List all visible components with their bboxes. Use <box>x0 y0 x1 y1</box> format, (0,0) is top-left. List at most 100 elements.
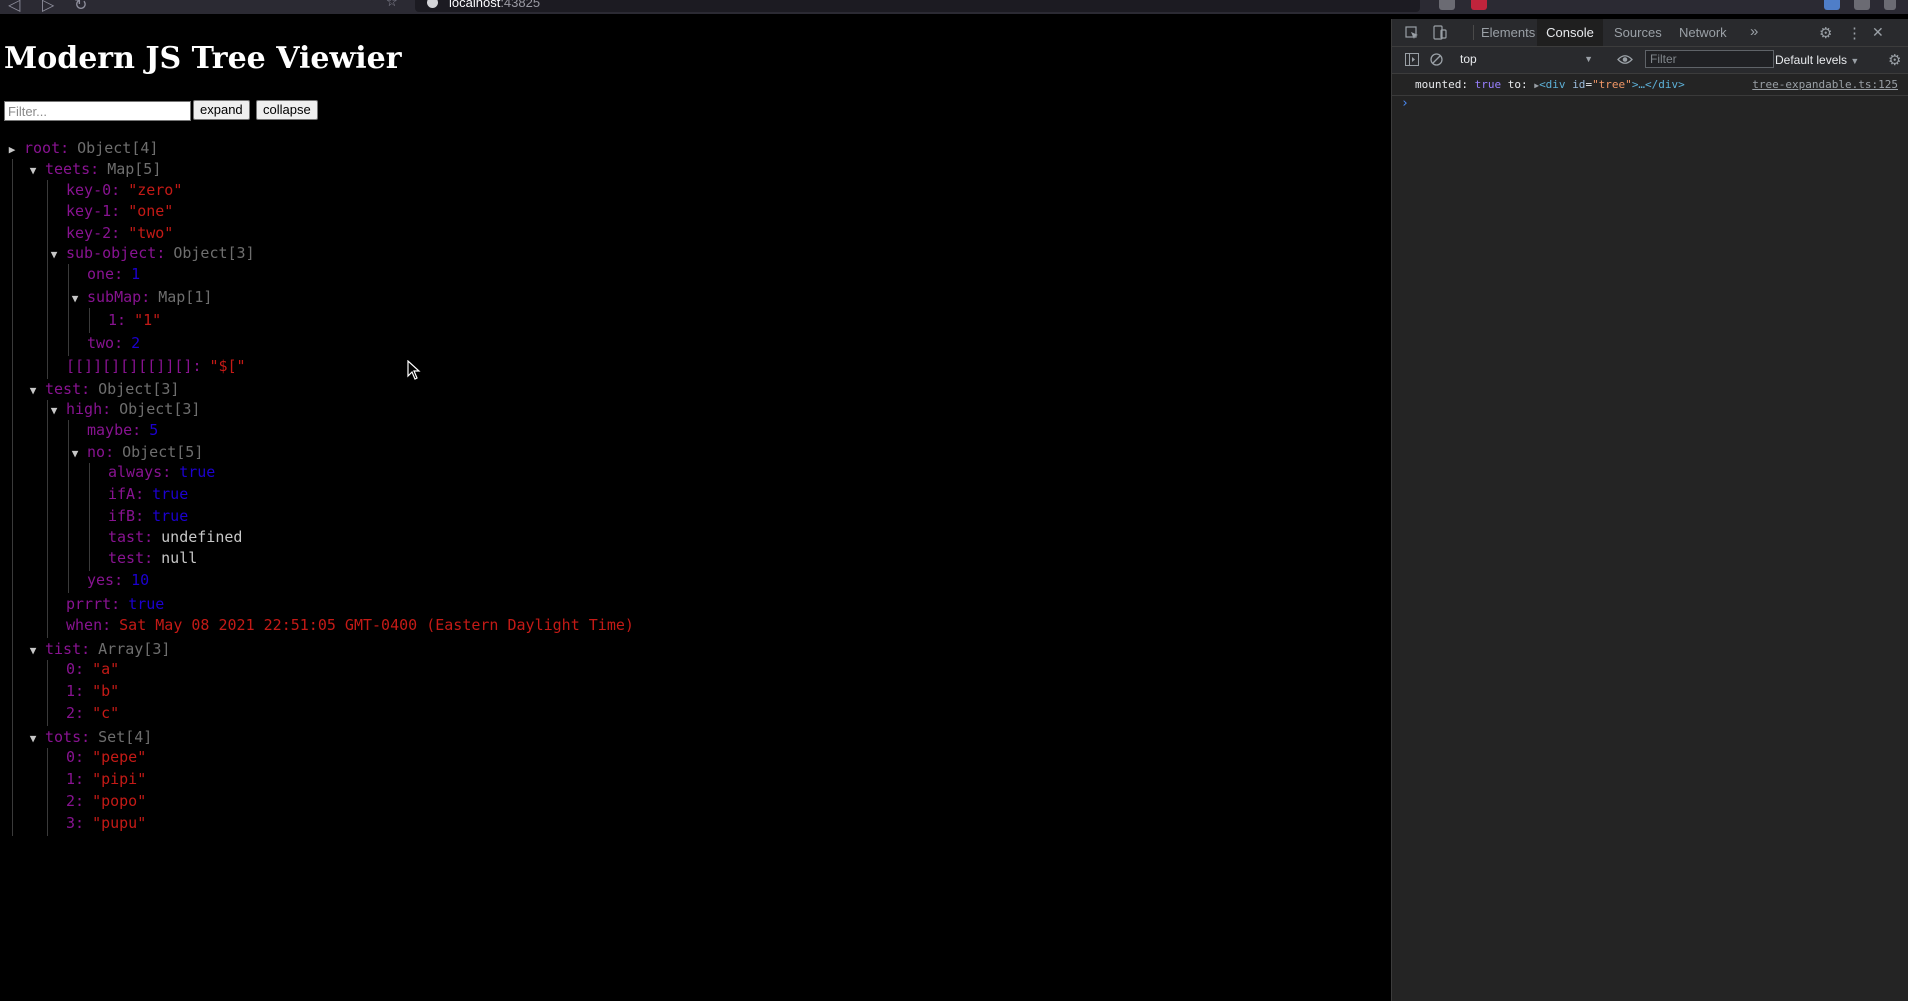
tree-node-key: 0 <box>66 748 76 766</box>
key-separator: : <box>60 139 70 157</box>
expanded-triangle-icon[interactable]: ▼ <box>26 642 40 660</box>
tree-node-key: subMap <box>87 288 142 306</box>
extension-icon[interactable] <box>1471 0 1487 10</box>
account-icon[interactable] <box>1824 0 1840 10</box>
log-source-link[interactable]: tree-expandable.ts:125 <box>1752 74 1898 95</box>
forward-icon[interactable]: ▷ <box>42 0 54 14</box>
tree-node: always: true <box>108 463 215 481</box>
tree-node-type: Set[4] <box>98 728 153 746</box>
tree-node[interactable]: ▼ sub-object: Object[3] <box>51 244 255 264</box>
tab-console[interactable]: Console <box>1537 19 1603 46</box>
menu-icon[interactable] <box>1884 0 1896 10</box>
tree-node-value: true <box>152 507 189 525</box>
collapsed-triangle-icon[interactable]: ▶ <box>5 141 19 159</box>
tree-node[interactable]: ▼ no: Object[5] <box>72 443 204 463</box>
tree-node: key-0: "zero" <box>66 181 182 199</box>
key-separator: : <box>75 704 85 722</box>
close-icon[interactable]: ✕ <box>1872 24 1884 41</box>
back-icon[interactable]: ◁ <box>8 0 20 14</box>
console-prompt-icon[interactable]: › <box>1401 96 1409 111</box>
key-separator: : <box>156 244 166 262</box>
tree-guide-line <box>47 180 48 379</box>
tree-node: 1: "b" <box>66 682 119 700</box>
device-toolbar-icon[interactable] <box>1433 25 1447 40</box>
url-bar[interactable]: localhost:43825 <box>415 0 1420 12</box>
more-tabs-icon[interactable]: » <box>1750 23 1758 40</box>
tab-sources[interactable]: Sources <box>1614 25 1662 40</box>
expanded-triangle-icon[interactable]: ▼ <box>26 730 40 748</box>
settings-icon[interactable]: ⚙ <box>1819 24 1832 42</box>
key-separator: : <box>111 224 121 242</box>
key-separator: : <box>144 528 154 546</box>
tree-node-value: 1 <box>131 265 141 283</box>
tree-node-key: 1 <box>66 682 76 700</box>
tree-node-value: 5 <box>149 421 159 439</box>
expanded-triangle-icon[interactable]: ▼ <box>26 162 40 180</box>
tree-node-key: 2 <box>66 704 76 722</box>
tree-node-key: prrrt <box>66 595 112 613</box>
tree-node: ifB: true <box>108 507 188 525</box>
url-text: localhost:43825 <box>449 0 541 10</box>
browser-toolbar: ◁ ▷ ↻ ☆ localhost:43825 <box>0 0 1908 14</box>
key-separator: : <box>75 770 85 788</box>
sidebar-toggle-icon[interactable] <box>1405 53 1419 66</box>
puzzle-icon[interactable] <box>1854 0 1870 10</box>
context-label: top <box>1460 52 1477 66</box>
console-toolbar: top ▼ Default levels ▼ ⚙ <box>1392 47 1908 74</box>
tree-node[interactable]: ▼ teets: Map[5] <box>30 160 162 180</box>
tree-node: tast: undefined <box>108 528 242 546</box>
tree-node[interactable]: ▶ root: Object[4] <box>9 139 159 159</box>
expanded-triangle-icon[interactable]: ▼ <box>47 246 61 264</box>
key-separator: : <box>102 616 112 634</box>
tree-node: two: 2 <box>87 334 140 352</box>
expanded-triangle-icon[interactable]: ▼ <box>68 445 82 463</box>
tree-node-value: null <box>161 549 198 567</box>
tree-node: 1: "pipi" <box>66 770 146 788</box>
eye-icon[interactable] <box>1617 54 1633 65</box>
tree-node[interactable]: ▼ test: Object[3] <box>30 380 180 400</box>
expanded-triangle-icon[interactable]: ▼ <box>47 402 61 420</box>
tree-node-type: Object[3] <box>173 244 255 262</box>
tree-node-value: "pupu" <box>92 814 147 832</box>
bookmark-icon[interactable]: ☆ <box>386 0 398 10</box>
key-separator: : <box>114 571 124 589</box>
clear-console-icon[interactable] <box>1430 53 1443 66</box>
tree-node[interactable]: ▼ tist: Array[3] <box>30 640 171 660</box>
tree-guide-line <box>89 308 90 333</box>
key-separator: : <box>111 202 121 220</box>
kebab-menu-icon[interactable]: ⋮ <box>1847 24 1862 42</box>
console-filter-input[interactable] <box>1645 50 1774 68</box>
log-element-tag-end: >…</div> <box>1631 78 1685 91</box>
log-element-tag[interactable]: <div <box>1539 78 1566 91</box>
tree-guide-line <box>12 159 13 836</box>
context-select[interactable]: top ▼ <box>1460 50 1593 68</box>
inspect-icon[interactable] <box>1405 26 1419 40</box>
console-settings-icon[interactable]: ⚙ <box>1888 51 1901 69</box>
chevron-down-icon: ▼ <box>1584 54 1593 64</box>
collapse-button[interactable]: collapse <box>256 100 318 120</box>
tree-guide-line <box>47 400 48 638</box>
site-info-icon[interactable] <box>427 0 438 8</box>
tree-node-value: "1" <box>134 311 162 329</box>
tree-node[interactable]: ▼ tots: Set[4] <box>30 728 153 748</box>
tree-node: test: null <box>108 549 197 567</box>
tree-node-key: no <box>87 443 106 461</box>
tree-node-type: Map[1] <box>158 288 213 306</box>
tree-guide-line <box>68 420 69 593</box>
shield-icon[interactable] <box>1439 0 1455 10</box>
tree-node[interactable]: ▼ high: Object[3] <box>51 400 201 420</box>
expanded-triangle-icon[interactable]: ▼ <box>26 382 40 400</box>
tree-node-key: 2 <box>66 792 76 810</box>
reload-icon[interactable]: ↻ <box>74 0 87 14</box>
log-attr-name: id <box>1572 78 1586 91</box>
expanded-triangle-icon[interactable]: ▼ <box>68 290 82 308</box>
filter-input[interactable] <box>4 101 191 121</box>
tree-node-value: "one" <box>128 202 174 220</box>
log-levels-select[interactable]: Default levels ▼ <box>1775 53 1859 67</box>
tree-node-key: high <box>66 400 103 418</box>
tree-node-value: "popo" <box>92 792 147 810</box>
tree-node[interactable]: ▼ subMap: Map[1] <box>72 288 213 308</box>
expand-button[interactable]: expand <box>193 100 250 120</box>
tab-elements[interactable]: Elements <box>1481 25 1535 40</box>
tab-network[interactable]: Network <box>1679 25 1727 40</box>
